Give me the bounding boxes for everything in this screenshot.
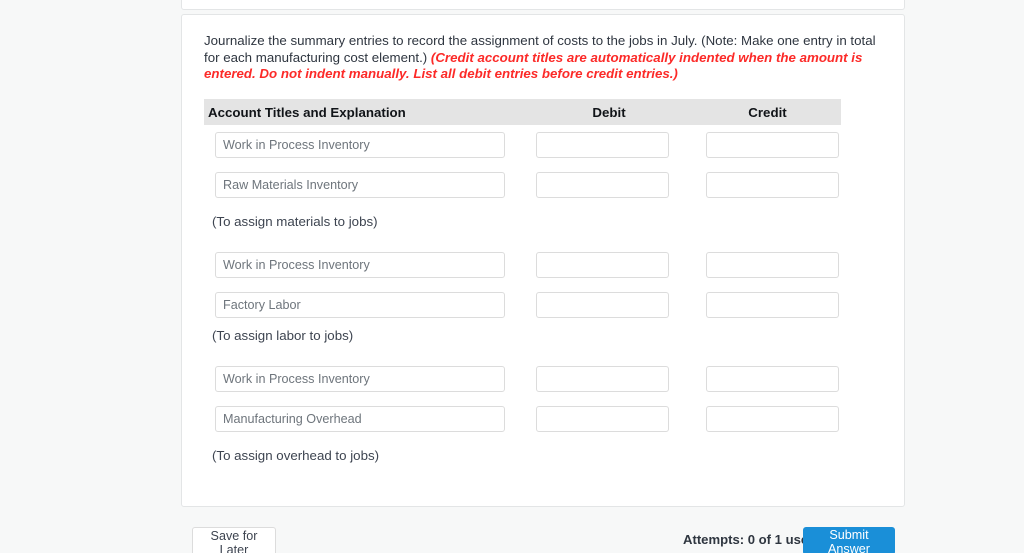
question-prompt: Journalize the summary entries to record… bbox=[204, 33, 880, 83]
cell-debit bbox=[524, 165, 694, 198]
table-row bbox=[204, 245, 841, 285]
question-card: Journalize the summary entries to record… bbox=[181, 14, 905, 507]
cell-credit bbox=[694, 165, 841, 198]
credit-amount-input[interactable] bbox=[706, 252, 839, 278]
question-page: Journalize the summary entries to record… bbox=[0, 0, 1024, 553]
cell-credit bbox=[694, 359, 841, 392]
previous-question-card-sliver bbox=[181, 0, 905, 10]
account-title-input[interactable] bbox=[215, 366, 505, 392]
cell-account bbox=[204, 165, 524, 198]
credit-amount-input[interactable] bbox=[706, 132, 839, 158]
account-title-input[interactable] bbox=[215, 252, 505, 278]
cell-credit bbox=[694, 125, 841, 158]
entry-explanation: (To assign labor to jobs) bbox=[212, 328, 354, 343]
account-title-input[interactable] bbox=[215, 132, 505, 158]
cell-account bbox=[204, 285, 524, 318]
cell-debit bbox=[524, 285, 694, 318]
submit-answer-button[interactable]: Submit Answer bbox=[803, 527, 895, 553]
save-for-later-button[interactable]: Save for Later bbox=[192, 527, 276, 553]
column-header-debit: Debit bbox=[592, 104, 626, 120]
credit-amount-input[interactable] bbox=[706, 406, 839, 432]
cell-debit bbox=[524, 125, 694, 158]
column-header-account: Account Titles and Explanation bbox=[208, 104, 406, 120]
table-row bbox=[204, 285, 841, 319]
cell-account bbox=[204, 245, 524, 278]
debit-amount-input[interactable] bbox=[536, 172, 669, 198]
credit-amount-input[interactable] bbox=[706, 292, 839, 318]
account-title-input[interactable] bbox=[215, 406, 505, 432]
table-row: (To assign overhead to jobs) bbox=[204, 439, 841, 479]
cell-debit bbox=[524, 359, 694, 392]
debit-amount-input[interactable] bbox=[536, 252, 669, 278]
attempts-status: Attempts: 0 of 1 used bbox=[683, 532, 817, 547]
entry-explanation: (To assign overhead to jobs) bbox=[212, 448, 380, 463]
table-row bbox=[204, 359, 841, 399]
cell-account bbox=[204, 125, 524, 158]
account-title-input[interactable] bbox=[215, 292, 505, 318]
table-row bbox=[204, 165, 841, 205]
journal-entry-table: Account Titles and Explanation Debit Cre… bbox=[204, 99, 841, 479]
table-row bbox=[204, 399, 841, 439]
cell-credit bbox=[694, 245, 841, 278]
column-header-credit: Credit bbox=[748, 104, 787, 120]
cell-credit bbox=[694, 399, 841, 432]
table-row: (To assign labor to jobs) bbox=[204, 319, 841, 359]
debit-amount-input[interactable] bbox=[536, 132, 669, 158]
cell-account bbox=[204, 359, 524, 392]
debit-amount-input[interactable] bbox=[536, 406, 669, 432]
table-header-row: Account Titles and Explanation Debit Cre… bbox=[204, 99, 841, 125]
cell-account bbox=[204, 399, 524, 432]
entry-explanation: (To assign materials to jobs) bbox=[212, 214, 378, 229]
cell-debit bbox=[524, 245, 694, 278]
cell-debit bbox=[524, 399, 694, 432]
cell-credit bbox=[694, 285, 841, 318]
credit-amount-input[interactable] bbox=[706, 172, 839, 198]
table-row bbox=[204, 125, 841, 165]
credit-amount-input[interactable] bbox=[706, 366, 839, 392]
debit-amount-input[interactable] bbox=[536, 292, 669, 318]
account-title-input[interactable] bbox=[215, 172, 505, 198]
table-row: (To assign materials to jobs) bbox=[204, 205, 841, 245]
debit-amount-input[interactable] bbox=[536, 366, 669, 392]
